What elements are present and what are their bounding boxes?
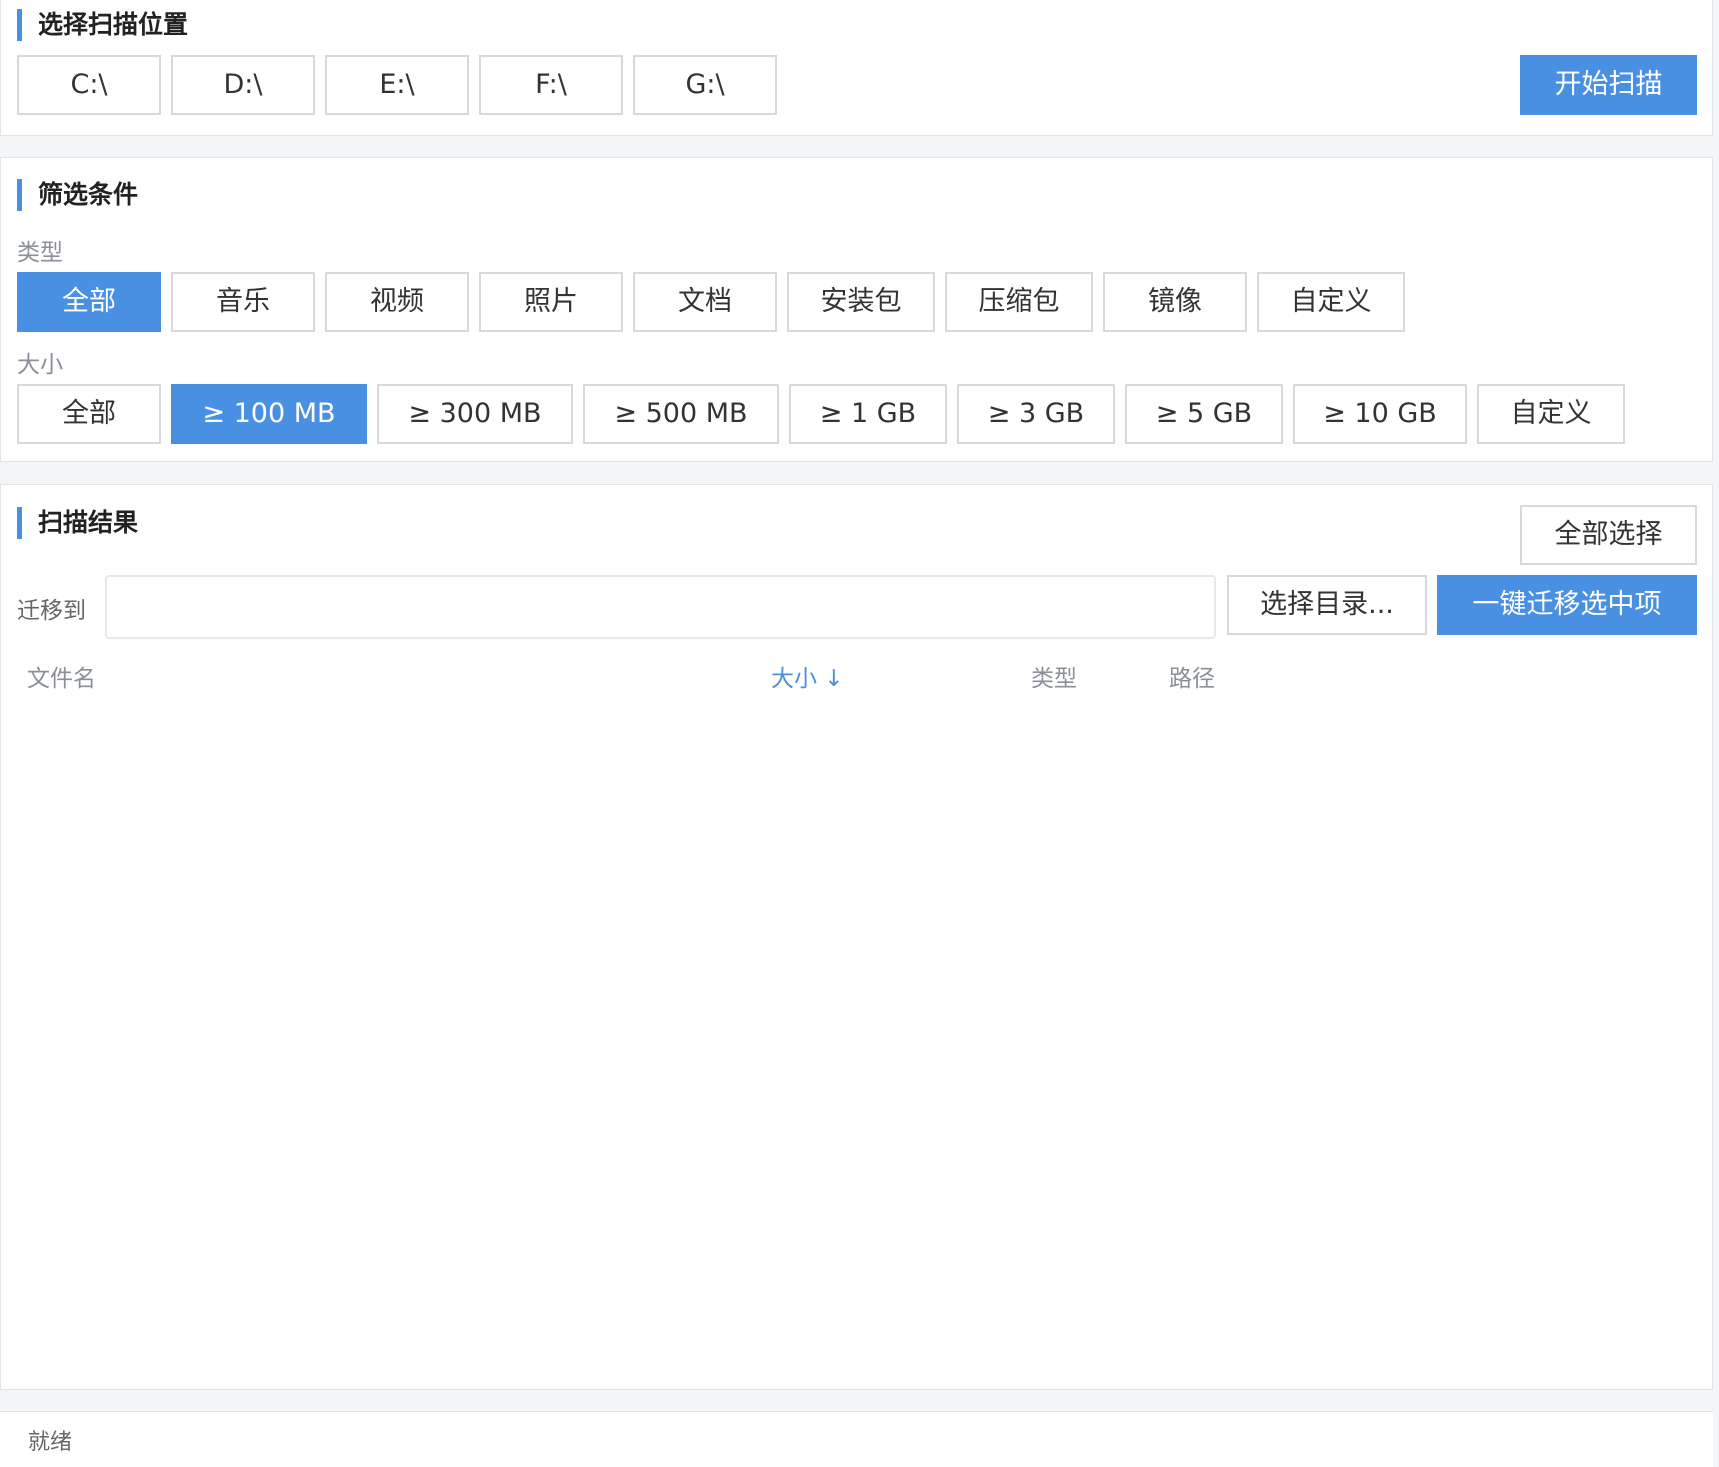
size-filter-label: 大小 xyxy=(17,352,63,378)
select-all-button[interactable]: 全部选择 xyxy=(1520,505,1697,565)
size-filter-1gb[interactable]: ≥ 1 GB xyxy=(789,384,947,444)
status-bar: 就绪 xyxy=(0,1411,1713,1467)
scan-location-title: 选择扫描位置 xyxy=(17,9,188,41)
drive-button-c[interactable]: C:\ xyxy=(17,55,161,115)
type-filter-archive[interactable]: 压缩包 xyxy=(945,272,1093,332)
column-header-size[interactable]: 大小 ↓ xyxy=(771,659,844,693)
migrate-to-label: 迁移到 xyxy=(17,598,86,624)
type-filter-image[interactable]: 镜像 xyxy=(1103,272,1247,332)
results-table-body[interactable] xyxy=(1,705,1712,1385)
filter-panel: 筛选条件 类型 全部 音乐 视频 照片 文档 安装包 压缩包 镜像 自定义 大小… xyxy=(0,157,1713,462)
column-header-type[interactable]: 类型 xyxy=(1031,659,1077,693)
type-filter-video[interactable]: 视频 xyxy=(325,272,469,332)
drive-button-d[interactable]: D:\ xyxy=(171,55,315,115)
type-filter-custom[interactable]: 自定义 xyxy=(1257,272,1405,332)
migrate-path-input[interactable] xyxy=(105,575,1216,639)
size-filter-500mb[interactable]: ≥ 500 MB xyxy=(583,384,779,444)
status-text: 就绪 xyxy=(28,1430,73,1455)
size-filter-100mb[interactable]: ≥ 100 MB xyxy=(171,384,367,444)
size-filter-3gb[interactable]: ≥ 3 GB xyxy=(957,384,1115,444)
drive-button-f[interactable]: F:\ xyxy=(479,55,623,115)
type-filter-music[interactable]: 音乐 xyxy=(171,272,315,332)
column-header-filename[interactable]: 文件名 xyxy=(27,659,96,693)
column-header-path[interactable]: 路径 xyxy=(1169,659,1215,693)
size-filter-300mb[interactable]: ≥ 300 MB xyxy=(377,384,573,444)
size-filter-all[interactable]: 全部 xyxy=(17,384,161,444)
drive-button-e[interactable]: E:\ xyxy=(325,55,469,115)
type-filter-installer[interactable]: 安装包 xyxy=(787,272,935,332)
size-filter-10gb[interactable]: ≥ 10 GB xyxy=(1293,384,1467,444)
size-filter-custom[interactable]: 自定义 xyxy=(1477,384,1625,444)
size-filter-5gb[interactable]: ≥ 5 GB xyxy=(1125,384,1283,444)
drive-button-g[interactable]: G:\ xyxy=(633,55,777,115)
start-scan-button[interactable]: 开始扫描 xyxy=(1520,55,1697,115)
scan-results-title: 扫描结果 xyxy=(17,507,138,539)
type-filter-photo[interactable]: 照片 xyxy=(479,272,623,332)
type-filter-label: 类型 xyxy=(17,240,63,266)
scan-results-panel: 扫描结果 全部选择 迁移到 选择目录... 一键迁移选中项 文件名 大小 ↓ 类… xyxy=(0,484,1713,1390)
scan-location-panel: 选择扫描位置 C:\ D:\ E:\ F:\ G:\ 开始扫描 xyxy=(0,0,1713,136)
choose-directory-button[interactable]: 选择目录... xyxy=(1227,575,1427,635)
type-filter-document[interactable]: 文档 xyxy=(633,272,777,332)
filter-title: 筛选条件 xyxy=(17,179,138,211)
type-filter-all[interactable]: 全部 xyxy=(17,272,161,332)
migrate-selected-button[interactable]: 一键迁移选中项 xyxy=(1437,575,1697,635)
